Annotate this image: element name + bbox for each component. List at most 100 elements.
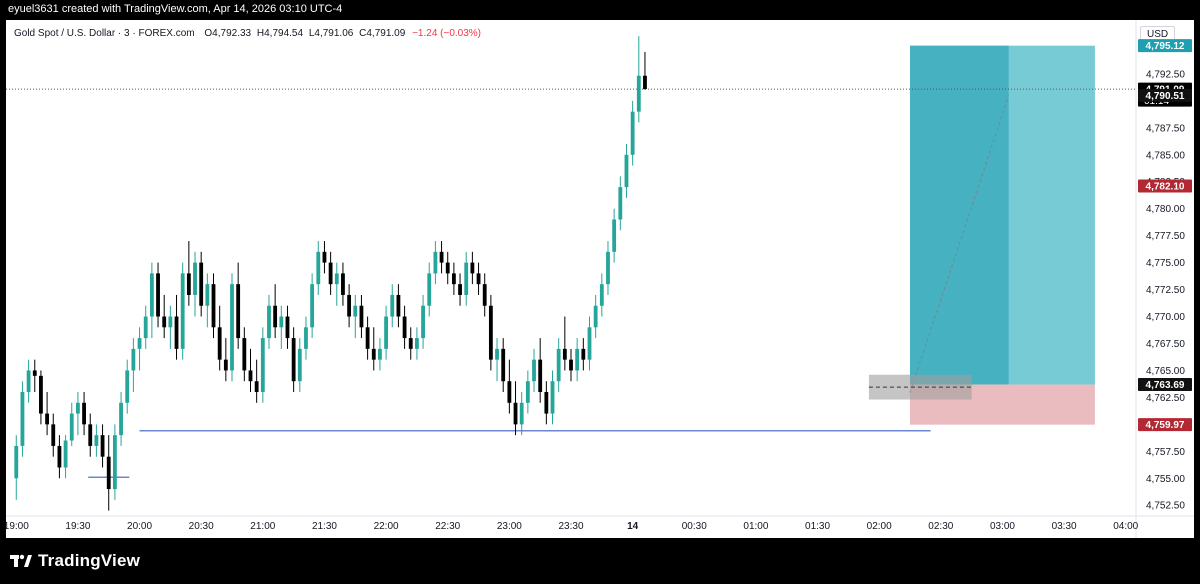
candle-body[interactable]	[291, 338, 296, 382]
candle-body[interactable]	[513, 402, 518, 425]
candle-body[interactable]	[599, 284, 604, 306]
candle-body[interactable]	[458, 284, 462, 295]
candle-body[interactable]	[328, 262, 333, 285]
candle-body[interactable]	[168, 316, 173, 328]
candle-body[interactable]	[575, 348, 580, 371]
candle-body[interactable]	[643, 75, 647, 90]
candle-body[interactable]	[205, 284, 210, 306]
candle-body[interactable]	[341, 273, 345, 295]
candle-body[interactable]	[131, 348, 136, 371]
candle-body[interactable]	[254, 381, 259, 392]
candle-body[interactable]	[45, 413, 50, 425]
candle-body[interactable]	[550, 381, 555, 414]
candle-body[interactable]	[156, 273, 160, 317]
candle-body[interactable]	[636, 75, 641, 112]
candle-body[interactable]	[421, 305, 425, 339]
candle-body[interactable]	[507, 381, 512, 403]
candle-body[interactable]	[242, 338, 247, 371]
candle-body[interactable]	[593, 305, 598, 328]
tradingview-logo[interactable]: TradingView	[10, 551, 140, 571]
candle-body[interactable]	[149, 273, 154, 317]
candlestick-chart[interactable]: 4,752.504,755.004,757.504,760.004,762.50…	[6, 20, 1194, 538]
candle-body[interactable]	[569, 359, 573, 371]
candle-body[interactable]	[587, 327, 592, 360]
candle-body[interactable]	[180, 273, 185, 349]
candle-body[interactable]	[334, 273, 339, 285]
candle-body[interactable]	[248, 370, 253, 382]
candle-body[interactable]	[630, 111, 635, 155]
candle-body[interactable]	[51, 424, 56, 446]
candle-body[interactable]	[186, 273, 191, 295]
candle-body[interactable]	[75, 402, 80, 414]
candle-body[interactable]	[285, 316, 290, 339]
candle-body[interactable]	[390, 294, 395, 317]
candle-body[interactable]	[359, 305, 364, 328]
candle-body[interactable]	[119, 402, 123, 436]
candle-body[interactable]	[464, 262, 469, 295]
candle-body[interactable]	[519, 402, 524, 425]
candle-body[interactable]	[193, 262, 197, 295]
candle-body[interactable]	[162, 316, 167, 328]
candle-body[interactable]	[211, 284, 216, 328]
candle-body[interactable]	[63, 440, 68, 468]
candle-body[interactable]	[396, 294, 401, 317]
candle-body[interactable]	[236, 284, 241, 339]
candle-body[interactable]	[402, 316, 407, 339]
candle-body[interactable]	[106, 456, 111, 490]
chart-frame[interactable]: Gold Spot / U.S. Dollar · 3 · FOREX.com …	[6, 20, 1194, 538]
candle-body[interactable]	[538, 359, 543, 392]
candle-body[interactable]	[273, 305, 278, 328]
candle-body[interactable]	[556, 348, 561, 382]
candle-body[interactable]	[230, 284, 234, 371]
candle-body[interactable]	[371, 348, 376, 360]
candle-body[interactable]	[433, 251, 438, 274]
candle-body[interactable]	[427, 273, 432, 306]
candle-body[interactable]	[439, 251, 444, 263]
candle-body[interactable]	[310, 284, 315, 328]
candle-body[interactable]	[384, 316, 389, 349]
candle-body[interactable]	[14, 445, 19, 479]
candle-body[interactable]	[57, 445, 62, 468]
candle-body[interactable]	[501, 348, 506, 382]
candle-body[interactable]	[112, 435, 117, 490]
candle-body[interactable]	[365, 327, 370, 349]
candle-body[interactable]	[223, 359, 228, 371]
candle-body[interactable]	[125, 370, 130, 403]
candle-body[interactable]	[414, 338, 419, 349]
candle-body[interactable]	[217, 327, 222, 360]
candle-body[interactable]	[304, 327, 308, 349]
candle-body[interactable]	[470, 262, 475, 274]
candle-body[interactable]	[612, 219, 617, 252]
candle-body[interactable]	[88, 424, 93, 446]
candle-body[interactable]	[137, 338, 142, 349]
candle-body[interactable]	[606, 251, 610, 285]
candle-body[interactable]	[39, 375, 43, 414]
candle-body[interactable]	[525, 381, 530, 403]
candle-body[interactable]	[322, 251, 327, 263]
candle-body[interactable]	[532, 359, 536, 382]
candle-body[interactable]	[279, 316, 284, 328]
candle-body[interactable]	[378, 348, 382, 360]
candle-body[interactable]	[562, 348, 567, 360]
candle-body[interactable]	[495, 348, 499, 360]
candle-body[interactable]	[199, 262, 204, 306]
candle-body[interactable]	[267, 305, 271, 339]
candle-body[interactable]	[451, 273, 456, 285]
candle-body[interactable]	[445, 262, 450, 274]
candle-body[interactable]	[94, 435, 99, 446]
candle-body[interactable]	[482, 284, 487, 306]
candle-body[interactable]	[544, 392, 549, 414]
candle-body[interactable]	[347, 294, 352, 317]
candle-body[interactable]	[316, 251, 321, 285]
candle-body[interactable]	[20, 392, 25, 446]
candle-body[interactable]	[32, 370, 37, 376]
candle-body[interactable]	[69, 413, 74, 441]
candle-body[interactable]	[618, 187, 623, 220]
candle-body[interactable]	[143, 316, 148, 339]
candle-body[interactable]	[624, 154, 629, 188]
candle-body[interactable]	[82, 402, 86, 425]
candle-body[interactable]	[353, 305, 358, 317]
candle-body[interactable]	[488, 305, 493, 360]
candle-body[interactable]	[174, 316, 179, 349]
candle-body[interactable]	[476, 273, 481, 285]
